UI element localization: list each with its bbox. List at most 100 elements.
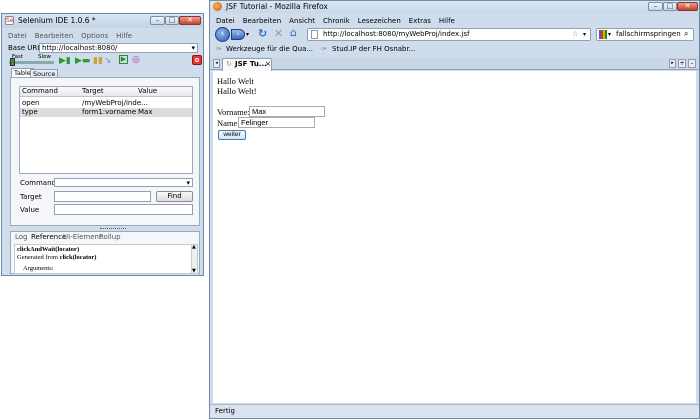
reference-arguments: Arguments: xyxy=(23,265,54,272)
firefox-menubar: Datei Bearbeiten Ansicht Chronik Lesezeichen… xyxy=(216,17,616,26)
google-icon[interactable] xyxy=(599,30,607,39)
menu-datei[interactable]: Datei xyxy=(8,32,27,40)
list-tabs-icon[interactable]: – xyxy=(688,59,696,68)
menu-extras[interactable]: Extras xyxy=(409,17,431,25)
rollup-icon[interactable]: ◎ xyxy=(132,55,140,65)
search-icon[interactable]: ⌕ xyxy=(684,28,688,39)
vorname-value: Max xyxy=(252,107,267,116)
play-test-icon[interactable]: ▶▬ xyxy=(75,56,90,66)
row-command: type xyxy=(22,108,38,116)
chevron-down-icon[interactable]: ▾ xyxy=(608,29,611,40)
tab-reference[interactable]: Reference xyxy=(31,233,66,242)
home-icon[interactable]: ⌂ xyxy=(290,26,297,39)
selenium-app-icon: Se xyxy=(5,16,14,25)
menu-hilfe[interactable]: Hilfe xyxy=(439,17,455,25)
speed-slider-thumb[interactable] xyxy=(10,58,15,66)
menu-datei[interactable]: Datei xyxy=(216,17,235,25)
firefox-icon xyxy=(213,2,222,11)
slow-label: Slow xyxy=(38,54,51,60)
target-label: Target xyxy=(20,193,42,201)
splitter-handle[interactable] xyxy=(100,228,126,230)
menu-lesezeichen[interactable]: Lesezeichen xyxy=(358,17,401,25)
firefox-titlebar[interactable]: JSF Tutorial - Mozilla Firefox – □ ✕ xyxy=(210,1,699,13)
reload-icon[interactable]: ↻ xyxy=(258,27,267,40)
vorname-input[interactable]: Max xyxy=(249,106,325,117)
forward-button[interactable]: › xyxy=(231,29,245,40)
menu-options[interactable]: Options xyxy=(81,32,108,40)
command-input[interactable]: ▾ xyxy=(54,178,193,187)
testrunner-icon[interactable]: ▶ xyxy=(119,55,128,64)
weiter-button[interactable]: weiter xyxy=(218,130,246,140)
menu-bearbeiten[interactable]: Bearbeiten xyxy=(35,32,73,40)
menu-bearbeiten[interactable]: Bearbeiten xyxy=(243,17,281,25)
speed-slider[interactable] xyxy=(9,61,54,64)
tab-rollup[interactable]: Rollup xyxy=(99,233,121,242)
chevron-down-icon[interactable]: ▾ xyxy=(191,44,195,52)
menu-ansicht[interactable]: Ansicht xyxy=(289,17,315,25)
target-input[interactable] xyxy=(54,191,151,202)
tab-log[interactable]: Log xyxy=(15,233,28,242)
tab-ui-element[interactable]: UI-Element xyxy=(63,233,102,242)
value-label: Value xyxy=(20,206,40,214)
maximize-button[interactable]: □ xyxy=(663,2,677,11)
back-button[interactable]: ‹ xyxy=(215,27,230,42)
col-command[interactable]: Command xyxy=(22,87,58,96)
close-button[interactable]: ✕ xyxy=(179,16,201,25)
play-suite-icon[interactable]: ▶▮ xyxy=(59,56,71,66)
scroll-down-icon[interactable]: ▼ xyxy=(192,268,196,274)
selenium-ide-window: Se Selenium IDE 1.0.6 * – □ ✕ Datei Bearb… xyxy=(1,13,204,276)
url-bar[interactable]: http://localhost:8080/myWebProj/index.js… xyxy=(307,28,591,41)
row-target: /myWebProj/inde... xyxy=(82,99,148,107)
step-icon[interactable]: ↘ xyxy=(104,56,112,66)
record-button[interactable] xyxy=(192,55,202,65)
search-bar[interactable]: ▾ fallschirmspringen ⌕ xyxy=(596,28,694,41)
row-command: open xyxy=(22,99,40,107)
name-value: Felinger xyxy=(241,118,269,127)
value-input[interactable] xyxy=(54,204,193,215)
browser-tab[interactable]: ↻ JSF Tu... × xyxy=(222,58,272,71)
new-tab-icon[interactable]: + xyxy=(678,59,686,68)
find-button[interactable]: Find xyxy=(156,191,193,202)
reference-scrollbar[interactable]: ▲ ▼ xyxy=(191,244,197,274)
greeting-1: Hallo Welt xyxy=(217,76,254,86)
reference-title: clickAndWait(locator) xyxy=(17,246,80,253)
bookmark-werkzeuge[interactable]: Werkzeuge für die Qua... xyxy=(226,44,313,55)
bottom-tabs: Log Reference UI-Element Rollup xyxy=(15,233,195,242)
pause-icon[interactable]: ▮▮ xyxy=(93,56,103,66)
loading-icon: ↻ xyxy=(226,60,232,68)
selenium-toolbar: Fast Slow ▶▮ ▶▬ ▮▮ ↘ ▶ ◎ xyxy=(6,54,202,67)
scroll-tabs-left-icon[interactable]: ◂ xyxy=(213,59,220,68)
chevron-down-icon[interactable]: ▾ xyxy=(583,29,586,40)
table-row[interactable]: type form1:vorname Max xyxy=(20,108,192,117)
search-text: fallschirmspringen xyxy=(616,30,681,38)
selenium-titlebar[interactable]: Se Selenium IDE 1.0.6 * – □ ✕ xyxy=(2,14,203,28)
command-table[interactable]: Command Target Value open /myWebProj/ind… xyxy=(19,86,193,174)
col-value[interactable]: Value xyxy=(138,87,157,96)
menu-chronik[interactable]: Chronik xyxy=(323,17,350,25)
table-row[interactable]: open /myWebProj/inde... xyxy=(20,99,192,108)
chevron-down-icon[interactable]: ▾ xyxy=(186,179,190,187)
scroll-tabs-right-icon[interactable]: ▸ xyxy=(669,59,676,68)
stop-icon[interactable]: ✕ xyxy=(274,27,283,40)
minimize-button[interactable]: – xyxy=(150,16,165,25)
selenium-menubar: Datei Bearbeiten Options Hilfe xyxy=(8,32,198,41)
name-label: Name: xyxy=(217,118,240,128)
minimize-button[interactable]: – xyxy=(648,2,663,11)
col-target[interactable]: Target xyxy=(82,87,104,96)
star-icon[interactable]: ☆ xyxy=(572,29,578,40)
table-header: Command Target Value xyxy=(20,87,192,97)
base-url-input[interactable]: http://localhost:8080/ ▾ xyxy=(39,43,198,53)
maximize-button[interactable]: □ xyxy=(165,16,179,25)
firefox-window: JSF Tutorial - Mozilla Firefox – □ ✕ Dat… xyxy=(209,0,700,419)
name-input[interactable]: Felinger xyxy=(238,117,315,128)
reference-content: clickAndWait(locator) Generated from cli… xyxy=(14,244,198,274)
base-url-label: Base URL xyxy=(8,44,42,52)
bookmark-studip[interactable]: Stud.IP der FH Osnabr... xyxy=(332,44,415,55)
selenium-title: Selenium IDE 1.0.6 * xyxy=(18,16,96,25)
history-dropdown-icon[interactable]: ▾ xyxy=(246,31,249,38)
command-label: Command xyxy=(20,179,56,187)
menu-hilfe[interactable]: Hilfe xyxy=(116,32,132,40)
close-button[interactable]: ✕ xyxy=(677,2,698,11)
scroll-up-icon[interactable]: ▲ xyxy=(192,244,196,250)
close-tab-icon[interactable]: × xyxy=(265,59,271,70)
